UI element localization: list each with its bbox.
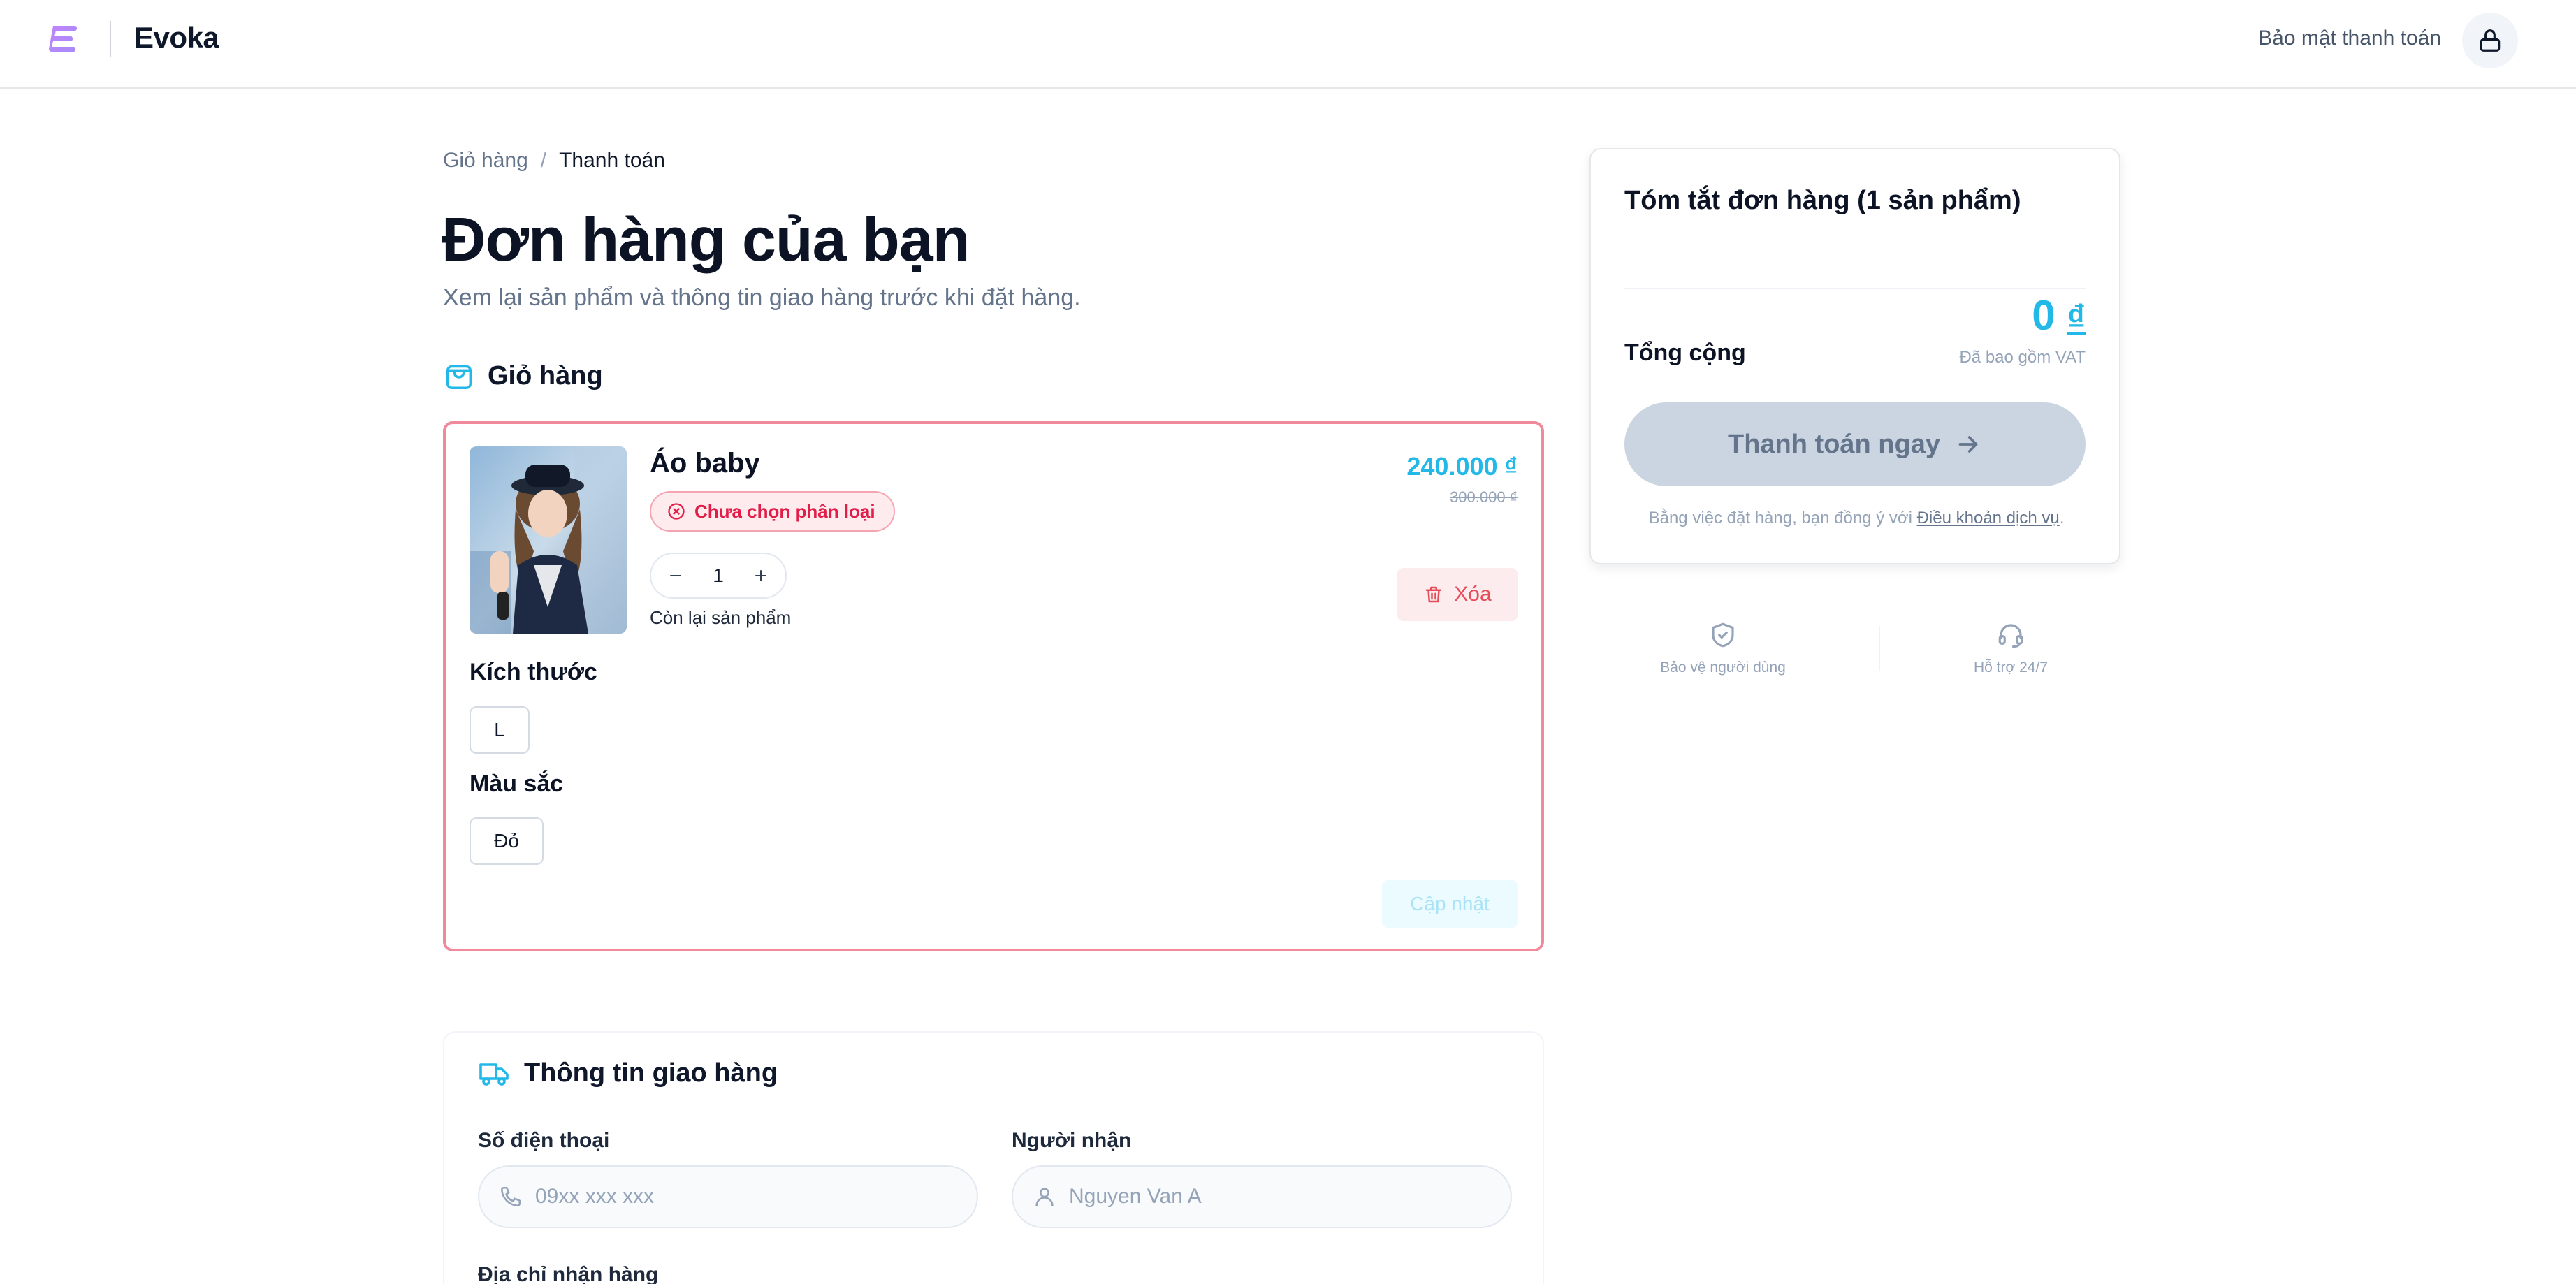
shipping-info-card: Thông tin giao hàng Số điện thoại 09xx x… (443, 1031, 1544, 1284)
logo-divider (110, 21, 111, 57)
cart-section-title: Giỏ hàng (488, 360, 603, 391)
product-image[interactable] (470, 446, 627, 634)
pay-now-button[interactable]: Thanh toán ngay (1624, 402, 2086, 486)
quantity-stepper: 1 (650, 553, 787, 599)
user-protection-label: Bảo vệ người dùng (1660, 659, 1786, 676)
current-price: 240.000 ₫ (1406, 452, 1518, 481)
total-amount: 0 ₫ (2032, 291, 2086, 340)
increase-quantity-button[interactable] (750, 565, 771, 586)
support-label: Hỗ trợ 24/7 (1974, 659, 2048, 676)
decrease-quantity-button[interactable] (665, 565, 686, 586)
quantity-value[interactable]: 1 (713, 564, 724, 587)
minus-icon (670, 575, 681, 576)
phone-label: Số điện thoại (478, 1129, 610, 1152)
color-label: Màu sắc (470, 771, 564, 797)
page-subtitle: Xem lại sản phẩm và thông tin giao hàng … (443, 284, 1081, 311)
phone-input[interactable]: 09xx xxx xxx (478, 1165, 978, 1228)
phone-icon (500, 1186, 521, 1207)
recipient-placeholder: Nguyen Van A (1069, 1185, 1202, 1208)
page-title: Đơn hàng của bạn (442, 205, 970, 274)
color-option-do[interactable]: Đỏ (470, 817, 544, 865)
address-label: Địa chỉ nhận hàng (478, 1263, 659, 1284)
breadcrumb: Giỏ hàng / Thanh toán (443, 149, 665, 173)
x-circle-icon (668, 503, 685, 520)
user-icon (1035, 1188, 1054, 1207)
size-label: Kích thước (470, 659, 597, 685)
product-name[interactable]: Áo baby (650, 448, 760, 479)
phone-placeholder: 09xx xxx xxx (535, 1185, 655, 1208)
terms-prefix: Bằng việc đặt hàng, bạn đồng ý với (1648, 509, 1917, 527)
update-button[interactable]: Cập nhật (1382, 880, 1518, 928)
shield-check-icon (1712, 622, 1734, 648)
truck-icon (479, 1063, 509, 1086)
order-summary-title: Tóm tắt đơn hàng (1 sản phẩm) (1624, 186, 2021, 215)
evoka-logo-icon[interactable] (49, 23, 80, 54)
total-currency: ₫ (2067, 298, 2086, 338)
delete-item-button[interactable]: Xóa (1397, 568, 1518, 621)
headset-icon (1998, 624, 2023, 648)
delete-item-label: Xóa (1454, 583, 1492, 606)
terms-note: Bằng việc đặt hàng, bạn đồng ý với Điều … (1591, 509, 2122, 528)
total-label: Tổng cộng (1624, 340, 1746, 366)
terms-suffix: . (2059, 509, 2065, 527)
breadcrumb-current: Thanh toán (559, 149, 665, 172)
secure-payment-text: Bảo mật thanh toán (2258, 27, 2441, 50)
breadcrumb-cart-link[interactable]: Giỏ hàng (443, 149, 528, 172)
support-badge: Hỗ trợ 24/7 (1970, 620, 2051, 676)
recipient-input[interactable]: Nguyen Van A (1012, 1165, 1512, 1228)
brand-name[interactable]: Evoka (134, 21, 219, 54)
breadcrumb-separator: / (540, 149, 547, 172)
shipping-section-header: Thông tin giao hàng (478, 1056, 778, 1090)
top-navbar: Evoka Bảo mật thanh toán (0, 0, 2576, 89)
size-option-l[interactable]: L (470, 706, 530, 754)
badge-divider (1879, 626, 1880, 671)
trash-icon (1426, 586, 1442, 603)
shipping-section-title: Thông tin giao hàng (524, 1058, 778, 1088)
lock-icon (2480, 29, 2501, 52)
total-amount-value: 0 (2032, 292, 2055, 339)
user-protection-badge: Bảo vệ người dùng (1659, 620, 1787, 676)
plus-icon (755, 570, 766, 581)
order-summary-card: Tóm tắt đơn hàng (1 sản phẩm) Tổng cộng … (1589, 148, 2120, 564)
lock-button[interactable] (2462, 13, 2518, 68)
summary-divider (1624, 288, 2086, 289)
terms-link[interactable]: Điều khoản dịch vụ (1917, 509, 2060, 527)
pay-now-label: Thanh toán ngay (1728, 429, 1940, 459)
original-price: 300.000 ₫ (1450, 488, 1518, 506)
cart-item-card: Áo baby Chưa chọn phân loại 1 Còn lại sả… (443, 421, 1544, 951)
recipient-label: Người nhận (1012, 1129, 1132, 1152)
variant-warning-badge[interactable]: Chưa chọn phân loại (650, 491, 895, 532)
shopping-bag-icon (446, 365, 472, 389)
arrow-right-icon (1958, 436, 1978, 453)
variant-warning-text: Chưa chọn phân loại (694, 500, 875, 522)
cart-section-header: Giỏ hàng (443, 360, 603, 392)
stock-note: Còn lại sản phẩm (650, 607, 792, 628)
vat-note: Đã bao gồm VAT (1959, 348, 2086, 367)
